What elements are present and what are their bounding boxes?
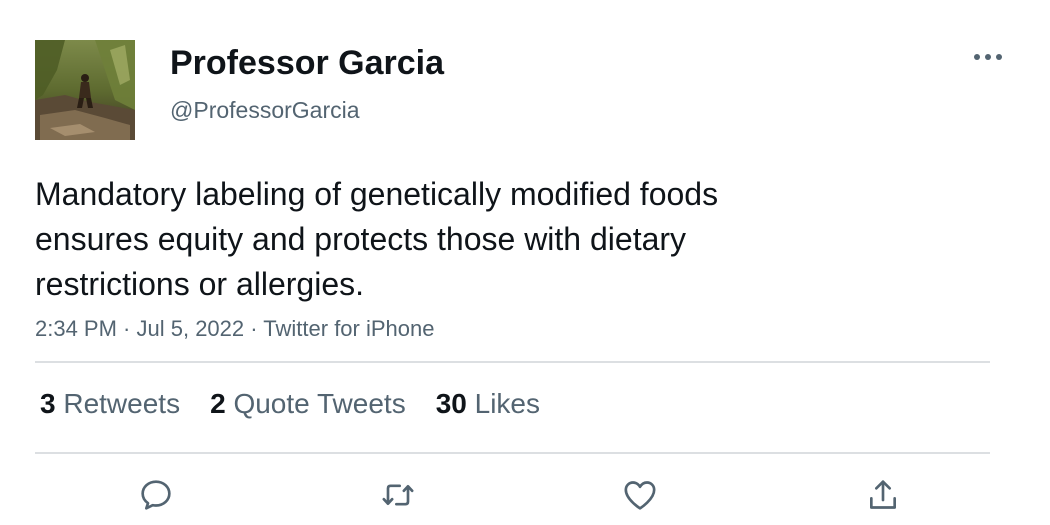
tweet-meta: 2:34 PM · Jul 5, 2022 · Twitter for iPho… [35, 314, 434, 344]
retweet-button[interactable] [373, 470, 423, 520]
quote-tweets-count: 2 [210, 388, 226, 419]
tweet-card: Professor Garcia @ProfessorGarcia Mandat… [0, 0, 1050, 525]
meta-separator: · [116, 316, 137, 341]
heart-icon [624, 481, 656, 510]
author-handle[interactable]: @ProfessorGarcia [170, 96, 360, 124]
more-options-icon [974, 54, 1002, 60]
likes-count: 30 [435, 388, 467, 419]
reply-icon [141, 480, 171, 510]
profile-photo-image [35, 40, 135, 140]
reply-button[interactable] [131, 470, 181, 520]
divider [35, 361, 990, 363]
meta-separator: · [244, 316, 264, 341]
retweets-stat[interactable]: 3 Retweets [40, 386, 180, 422]
likes-label: Likes [474, 388, 541, 419]
like-button[interactable] [615, 470, 665, 520]
action-bar [0, 470, 1050, 520]
likes-stat[interactable]: 30 Likes [436, 386, 540, 422]
divider [35, 452, 990, 454]
retweets-count: 3 [40, 388, 56, 419]
tweet-text: Mandatory labeling of genetically modifi… [35, 176, 719, 302]
more-options-button[interactable] [968, 42, 1008, 72]
share-icon [870, 480, 896, 509]
tweet-stats: 3 Retweets 2 Quote Tweets 30 Likes [40, 386, 540, 422]
avatar[interactable] [35, 40, 135, 140]
retweets-label: Retweets [63, 388, 181, 419]
retweet-icon [382, 484, 414, 506]
tweet-time[interactable]: 2:34 PM [35, 316, 117, 341]
author-display-name[interactable]: Professor Garcia [170, 42, 444, 84]
tweet-source[interactable]: Twitter for iPhone [263, 316, 434, 341]
quote-tweets-label: Quote Tweets [233, 388, 406, 419]
tweet-date[interactable]: Jul 5, 2022 [137, 316, 245, 341]
share-button[interactable] [858, 470, 908, 520]
quote-tweets-stat[interactable]: 2 Quote Tweets [210, 386, 406, 422]
